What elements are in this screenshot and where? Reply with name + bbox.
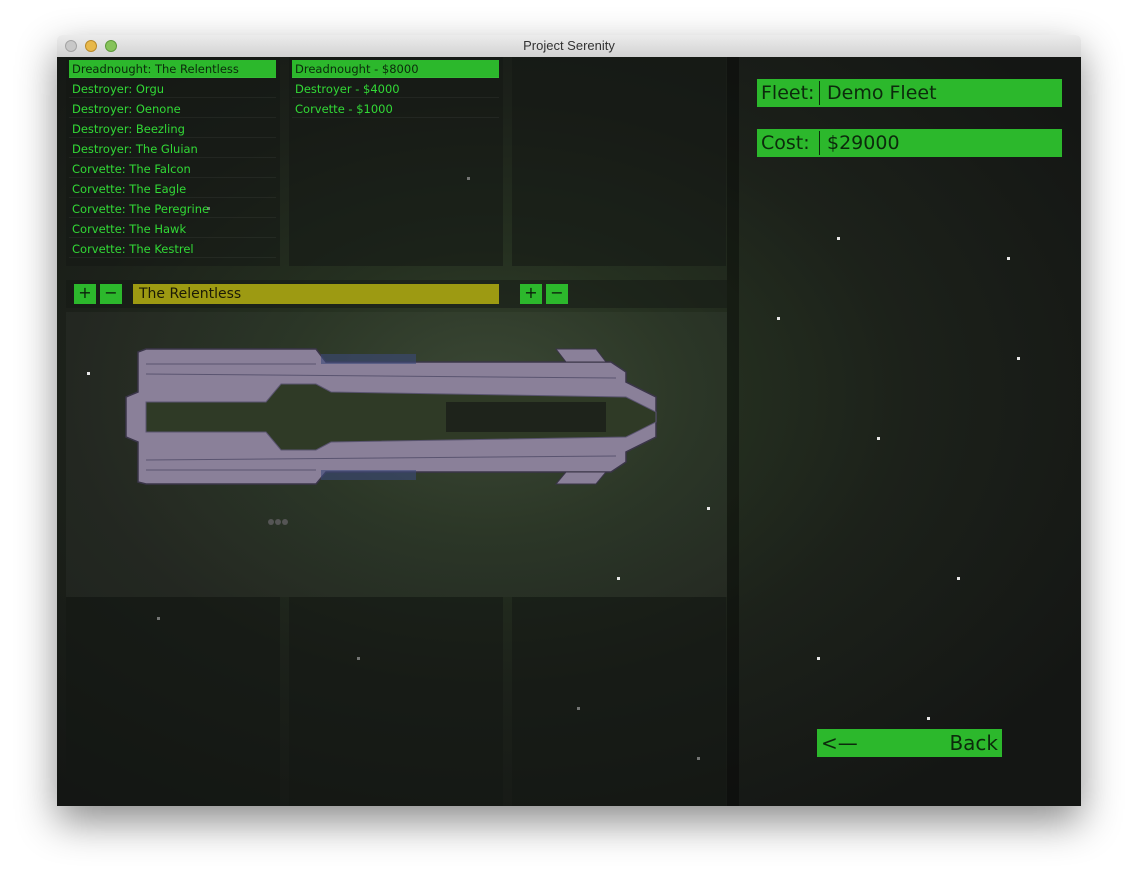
star-speck — [877, 437, 880, 440]
ship-class-panel: Dreadnought - $8000 Destroyer - $4000 Corv… — [289, 57, 503, 266]
fleet-cost-box: Cost: $29000 — [757, 129, 1062, 157]
star-speck — [1007, 257, 1010, 260]
fleet-label: Fleet: — [761, 82, 815, 104]
back-arrow-icon: <— — [821, 731, 858, 755]
back-label: Back — [949, 731, 998, 755]
empty-slot-panel — [512, 597, 726, 806]
star-speck — [957, 577, 960, 580]
game-window: Project Serenity Dreadnought: The Relent… — [57, 35, 1081, 806]
ship-list-item[interactable]: Corvette: The Kestrel — [69, 240, 276, 258]
star-speck — [927, 717, 930, 720]
ship-list-item[interactable]: Destroyer: Orgu — [69, 80, 276, 98]
ship-class-item[interactable]: Destroyer - $4000 — [292, 80, 499, 98]
cost-value: $29000 — [827, 132, 900, 154]
divider — [819, 81, 820, 105]
ship-name-field[interactable]: The Relentless — [133, 284, 499, 304]
empty-slot-panel — [289, 597, 503, 806]
star-speck — [837, 237, 840, 240]
ship-class-item[interactable]: Corvette - $1000 — [292, 100, 499, 118]
back-button[interactable]: <— Back — [817, 729, 1002, 757]
remove-ship-button[interactable]: − — [100, 284, 122, 304]
add-ship-button[interactable]: + — [74, 284, 96, 304]
ship-list-item[interactable]: Dreadnought: The Relentless — [69, 60, 276, 78]
window-title: Project Serenity — [523, 38, 615, 53]
divider — [819, 131, 820, 155]
game-canvas: Dreadnought: The Relentless Destroyer: Or… — [57, 57, 1081, 806]
title-bar: Project Serenity — [57, 35, 1081, 58]
star-speck — [817, 657, 820, 660]
empty-slot-panel — [66, 597, 280, 806]
star-speck — [777, 317, 780, 320]
ship-list-item[interactable]: Corvette: The Eagle — [69, 180, 276, 198]
ship-list-item[interactable]: Corvette: The Hawk — [69, 220, 276, 238]
ship-list-panel: Dreadnought: The Relentless Destroyer: Or… — [66, 57, 280, 266]
cost-label: Cost: — [761, 132, 810, 154]
empty-slot-panel — [512, 57, 726, 266]
ship-list-item[interactable]: Destroyer: Oenone — [69, 100, 276, 118]
fleet-name: Demo Fleet — [827, 82, 937, 104]
ship-list-item[interactable]: Corvette: The Peregrine — [69, 200, 276, 218]
ship-list-item[interactable]: Destroyer: Beezling — [69, 120, 276, 138]
fleet-name-box[interactable]: Fleet: Demo Fleet — [757, 79, 1062, 107]
star-speck — [1017, 357, 1020, 360]
ship-preview — [125, 348, 657, 525]
ship-list-item[interactable]: Destroyer: The Gluian — [69, 140, 276, 158]
remove-component-button[interactable]: − — [546, 284, 568, 304]
ship-class-item[interactable]: Dreadnought - $8000 — [292, 60, 499, 78]
add-component-button[interactable]: + — [520, 284, 542, 304]
ship-list-item[interactable]: Corvette: The Falcon — [69, 160, 276, 178]
panel-divider — [727, 57, 739, 806]
